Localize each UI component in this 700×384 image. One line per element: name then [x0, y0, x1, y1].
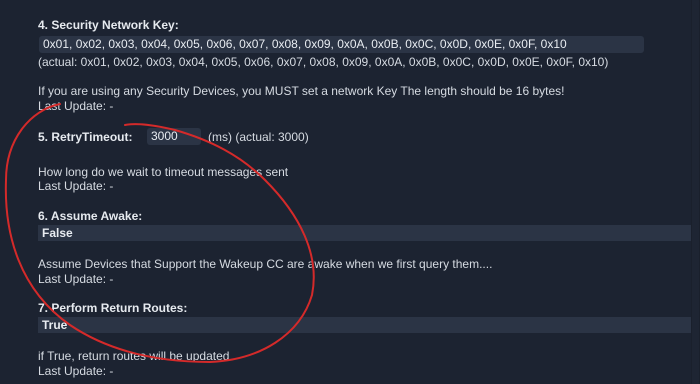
security-key-label: 4. Security Network Key: — [38, 18, 179, 32]
security-key-input[interactable] — [39, 36, 644, 53]
security-key-last-update: Last Update: - — [38, 99, 114, 113]
retry-timeout-input[interactable] — [147, 128, 201, 145]
scrollbar[interactable] — [691, 0, 700, 384]
assume-awake-select[interactable]: False — [38, 225, 700, 241]
retry-timeout-suffix: (ms) (actual: 3000) — [208, 130, 309, 144]
settings-list: 4. Security Network Key: (actual: 0x01, … — [38, 0, 700, 384]
assume-awake-label: 6. Assume Awake: — [38, 209, 143, 223]
retry-timeout-last-update: Last Update: - — [38, 179, 114, 193]
return-routes-last-update: Last Update: - — [38, 364, 114, 378]
assume-awake-description: Assume Devices that Support the Wakeup C… — [38, 257, 493, 271]
settings-page: 4. Security Network Key: (actual: 0x01, … — [0, 0, 700, 384]
security-key-actual: (actual: 0x01, 0x02, 0x03, 0x04, 0x05, 0… — [38, 55, 609, 69]
return-routes-select[interactable]: True — [38, 317, 700, 333]
assume-awake-last-update: Last Update: - — [38, 272, 114, 286]
retry-timeout-label: 5. RetryTimeout: — [38, 130, 133, 144]
return-routes-description: if True, return routes will be updated — [38, 349, 230, 363]
security-key-description: If you are using any Security Devices, y… — [38, 84, 565, 98]
scrollbar-thumb[interactable] — [692, 0, 699, 384]
retry-timeout-description: How long do we wait to timeout messages … — [38, 165, 289, 179]
return-routes-label: 7. Perform Return Routes: — [38, 301, 188, 315]
